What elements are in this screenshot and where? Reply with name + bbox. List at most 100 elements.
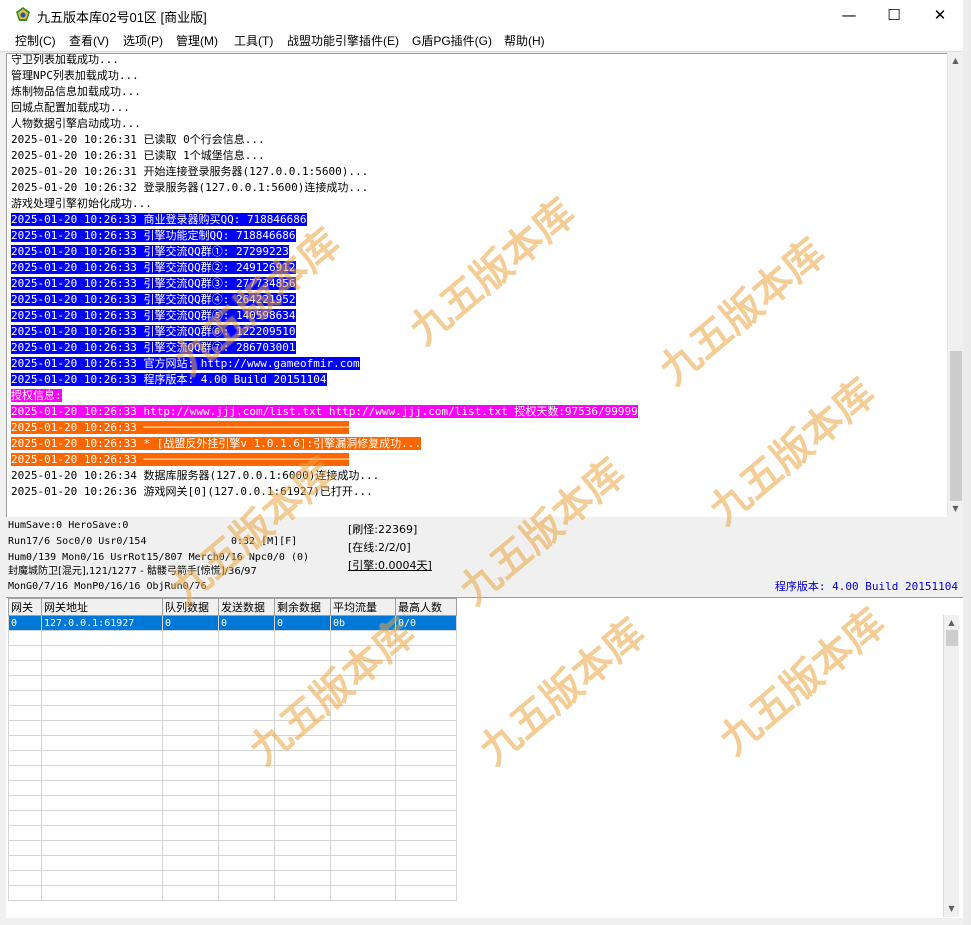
table-cell: [8, 780, 42, 796]
menu-tools[interactable]: 工具(T): [234, 32, 273, 49]
table-row[interactable]: [8, 690, 457, 706]
menu-zhanmeng-plugin[interactable]: 战盟功能引擎插件(E): [287, 32, 399, 49]
log-line-text: 2025-01-20 10:26:34 数据库服务器(127.0.0.1:600…: [11, 469, 380, 482]
table-cell: [395, 765, 457, 781]
column-header[interactable]: 最高人数: [395, 598, 457, 616]
table-cell: [218, 735, 275, 751]
log-line: 2025-01-20 10:26:33 引擎交流QQ群⑦: 286703001: [11, 340, 296, 356]
table-cell: [330, 765, 396, 781]
table-cell: 127.0.0.1:61927: [41, 615, 163, 631]
table-cell: [395, 825, 457, 841]
column-header[interactable]: 网关: [8, 598, 42, 616]
log-line: 游戏处理引擎初始化成功...: [11, 196, 152, 212]
table-row[interactable]: [8, 810, 457, 826]
title-bar: 九五版本库02号01区 [商业版] — ☐ ✕: [0, 0, 963, 30]
table-cell: [274, 825, 331, 841]
table-cell: [8, 690, 42, 706]
table-row[interactable]: [8, 855, 457, 871]
table-cell: [274, 885, 331, 901]
log-line: 2025-01-20 10:26:33 官方网站: http://www.gam…: [11, 356, 360, 372]
log-line-text: 人物数据引擎启动成功...: [11, 117, 141, 130]
table-cell: [162, 885, 219, 901]
table-cell: [395, 645, 457, 661]
log-line-text: 2025-01-20 10:26:36 游戏网关[0](127.0.0.1:61…: [11, 485, 373, 498]
log-line-text: 管理NPC列表加载成功...: [11, 69, 139, 82]
table-row[interactable]: [8, 885, 457, 901]
status-engine[interactable]: [引擎:0.0004天]: [348, 559, 432, 572]
table-row[interactable]: 0 127.0.0.1:61927 0 0 0 0b 0/0: [8, 615, 457, 631]
menu-manage[interactable]: 管理(M): [176, 32, 218, 49]
table-cell: [162, 705, 219, 721]
grid-scroll-thumb[interactable]: [946, 630, 958, 646]
log-line: 2025-01-20 10:26:36 游戏网关[0](127.0.0.1:61…: [11, 484, 373, 500]
log-panel[interactable]: 守卫列表加载成功... 管理NPC列表加载成功... 炼制物品信息加载成功... 回城…: [6, 53, 948, 517]
log-line: 2025-01-20 10:26:32 登录服务器(127.0.0.1:5600…: [11, 180, 368, 196]
grid-scroll-down-icon[interactable]: ▼: [944, 901, 959, 916]
program-version: 程序版本: 4.00 Build 20151104: [774, 580, 958, 593]
menu-options[interactable]: 选项(P): [123, 32, 163, 49]
scroll-thumb[interactable]: [950, 351, 962, 501]
table-cell: [274, 810, 331, 826]
log-line: 2025-01-20 10:26:31 已读取 1个城堡信息...: [11, 148, 265, 164]
table-cell: [395, 705, 457, 721]
table-cell: [395, 795, 457, 811]
table-row[interactable]: [8, 825, 457, 841]
table-row[interactable]: [8, 660, 457, 676]
grid-scroll-up-icon[interactable]: ▲: [944, 615, 959, 630]
column-header[interactable]: 网关地址: [41, 598, 163, 616]
log-line-text: 2025-01-20 10:26:33 * [战盟反外挂引擎v 1.0.1.6]…: [11, 437, 422, 450]
column-header[interactable]: 发送数据: [218, 598, 275, 616]
table-row[interactable]: [8, 795, 457, 811]
window-title: 九五版本库02号01区 [商业版]: [37, 10, 207, 25]
column-header[interactable]: 队列数据: [162, 598, 219, 616]
table-cell: [8, 630, 42, 646]
table-cell: [162, 735, 219, 751]
table-row[interactable]: [8, 630, 457, 646]
table-row[interactable]: [8, 675, 457, 691]
table-cell: [274, 675, 331, 691]
table-cell: [41, 885, 163, 901]
log-line-text: 2025-01-20 10:26:32 登录服务器(127.0.0.1:5600…: [11, 181, 369, 194]
log-line-text: 2025-01-20 10:26:33 引擎功能定制QQ: 718846686: [11, 229, 296, 242]
grid-scrollbar[interactable]: ▲ ▼: [943, 615, 959, 917]
table-row[interactable]: [8, 870, 457, 886]
table-row[interactable]: [8, 840, 457, 856]
menu-gdun-plugin[interactable]: G盾PG插件(G): [412, 32, 492, 49]
menu-help[interactable]: 帮助(H): [504, 32, 545, 49]
table-cell: [395, 840, 457, 856]
scroll-up-icon[interactable]: ▲: [948, 53, 963, 68]
column-header[interactable]: 剩余数据: [274, 598, 331, 616]
table-cell: 0/0: [395, 615, 457, 631]
table-row[interactable]: [8, 645, 457, 661]
table-cell: [218, 870, 275, 886]
menu-control[interactable]: 控制(C): [15, 32, 56, 49]
table-cell: [330, 870, 396, 886]
table-cell: [218, 645, 275, 661]
table-cell: [41, 780, 163, 796]
table-row[interactable]: [8, 735, 457, 751]
table-row[interactable]: [8, 705, 457, 721]
table-cell: [274, 690, 331, 706]
maximize-button[interactable]: ☐: [871, 0, 917, 30]
table-cell: [41, 855, 163, 871]
log-line-text: 授权信息:: [11, 389, 62, 402]
table-cell: [330, 885, 396, 901]
gateway-grid[interactable]: 网关 网关地址 队列数据 发送数据 剩余数据 平均流量 最高人数 0 127.0.0.1:61…: [6, 597, 963, 918]
table-row[interactable]: [8, 720, 457, 736]
table-row[interactable]: [8, 750, 457, 766]
menu-view[interactable]: 查看(V): [69, 32, 109, 49]
column-header[interactable]: 平均流量: [330, 598, 396, 616]
log-line-text: 2025-01-20 10:26:33 引擎交流QQ群②: 249126912: [11, 261, 296, 274]
close-button[interactable]: ✕: [917, 0, 963, 30]
scroll-down-icon[interactable]: ▼: [948, 501, 963, 516]
table-row[interactable]: [8, 780, 457, 796]
table-cell: [330, 795, 396, 811]
table-cell: [218, 795, 275, 811]
table-cell: [274, 855, 331, 871]
log-scrollbar[interactable]: ▲ ▼: [947, 53, 963, 516]
table-cell: [330, 690, 396, 706]
table-cell: [395, 630, 457, 646]
minimize-button[interactable]: —: [826, 0, 872, 30]
table-row[interactable]: [8, 765, 457, 781]
status-mon: MonG0/7/16 MonP0/16/16 ObjRun0/76: [8, 581, 207, 592]
